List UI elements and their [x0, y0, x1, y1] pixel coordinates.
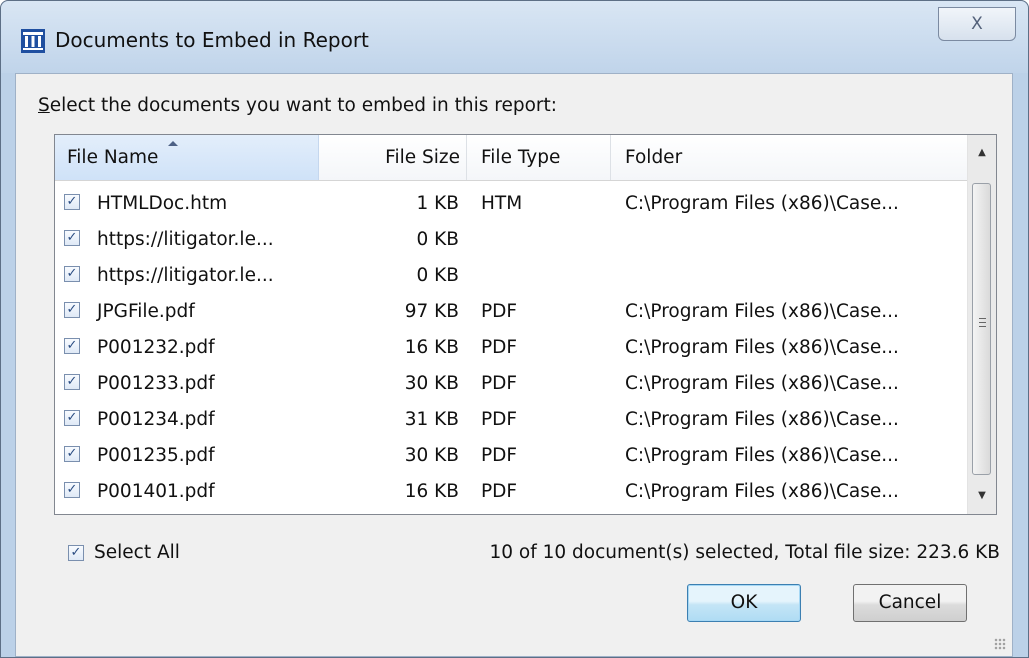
row-checkbox[interactable]: ✓: [64, 302, 80, 318]
file-name-cell: JPGFile.pdf: [97, 301, 195, 322]
row-checkbox[interactable]: ✓: [64, 446, 80, 462]
column-header-file-name[interactable]: File Name: [55, 135, 319, 180]
table-row[interactable]: ✓ JPGFile.pdf 97 KB PDF C:\Program Files…: [55, 295, 969, 331]
selection-status: 10 of 10 document(s) selected, Total fil…: [489, 542, 1001, 563]
file-size-cell: 16 KB: [404, 481, 459, 502]
file-name-cell: https://litigator.le...: [97, 265, 274, 286]
ok-button[interactable]: OK: [687, 584, 801, 622]
file-size-cell: 30 KB: [404, 445, 459, 466]
row-checkbox[interactable]: ✓: [64, 410, 80, 426]
file-type-cell: PDF: [481, 409, 518, 430]
folder-cell: C:\Program Files (x86)\Case...: [625, 373, 899, 394]
file-name-cell: P001401.pdf: [97, 481, 215, 502]
vertical-scrollbar[interactable]: ▲ ▼: [967, 135, 996, 514]
file-type-cell: PDF: [481, 445, 518, 466]
table-row[interactable]: ✓ P001232.pdf 16 KB PDF C:\Program Files…: [55, 331, 969, 367]
file-name-cell: P001235.pdf: [97, 445, 215, 466]
table-row[interactable]: ✓ HTMLDoc.htm 1 KB HTM C:\Program Files …: [55, 187, 969, 223]
instruction-label: Select the documents you want to embed i…: [38, 93, 557, 119]
file-type-cell: PDF: [481, 373, 518, 394]
file-name-cell: P001234.pdf: [97, 409, 215, 430]
scroll-down-arrow-icon[interactable]: ▼: [968, 478, 996, 514]
pillar-app-icon: [21, 29, 45, 53]
row-checkbox[interactable]: ✓: [64, 194, 80, 210]
select-all-label[interactable]: Select All: [94, 540, 180, 566]
table-row[interactable]: ✓ P001234.pdf 31 KB PDF C:\Program Files…: [55, 403, 969, 439]
file-type-cell: PDF: [481, 301, 518, 322]
file-name-cell: P001232.pdf: [97, 337, 215, 358]
title-bar[interactable]: Documents to Embed in Report X: [1, 1, 1028, 73]
instruction-text: elect the documents you want to embed in…: [49, 95, 557, 116]
file-size-cell: 0 KB: [416, 265, 459, 286]
scroll-up-arrow-icon[interactable]: ▲: [968, 135, 996, 171]
row-checkbox[interactable]: ✓: [64, 374, 80, 390]
column-header-file-size[interactable]: File Size: [319, 135, 467, 180]
dialog-client-area: Select the documents you want to embed i…: [15, 73, 1013, 657]
list-header: File Name File Size File Type Folder: [55, 135, 969, 181]
folder-cell: C:\Program Files (x86)\Case...: [625, 445, 899, 466]
file-type-cell: PDF: [481, 337, 518, 358]
table-row[interactable]: ✓ P001235.pdf 30 KB PDF C:\Program Files…: [55, 439, 969, 475]
close-button[interactable]: X: [938, 7, 1016, 41]
folder-cell: C:\Program Files (x86)\Case...: [625, 337, 899, 358]
row-checkbox[interactable]: ✓: [64, 338, 80, 354]
file-name-cell: HTMLDoc.htm: [97, 193, 228, 214]
dialog-window: Documents to Embed in Report X Select th…: [0, 0, 1029, 658]
documents-list[interactable]: File Name File Size File Type Folder ✓ H…: [54, 134, 997, 515]
file-size-cell: 0 KB: [416, 229, 459, 250]
table-row[interactable]: ✓ https://litigator.le... 0 KB: [55, 223, 969, 259]
file-size-cell: 30 KB: [404, 373, 459, 394]
folder-cell: C:\Program Files (x86)\Case...: [625, 301, 899, 322]
file-size-cell: 31 KB: [404, 409, 459, 430]
column-header-file-type[interactable]: File Type: [467, 135, 611, 180]
close-icon: X: [971, 14, 983, 34]
file-size-cell: 1 KB: [416, 193, 459, 214]
select-all-check-icon[interactable]: ✓: [68, 545, 84, 561]
row-checkbox[interactable]: ✓: [64, 230, 80, 246]
folder-cell: C:\Program Files (x86)\Case...: [625, 481, 899, 502]
thumb-grip-icon: [979, 318, 986, 327]
file-type-cell: PDF: [481, 481, 518, 502]
file-type-cell: HTM: [481, 193, 523, 214]
table-row[interactable]: ✓ P001401.pdf 16 KB PDF C:\Program Files…: [55, 475, 969, 511]
file-name-cell: https://litigator.le...: [97, 229, 274, 250]
row-checkbox[interactable]: ✓: [64, 482, 80, 498]
file-name-cell: P001233.pdf: [97, 373, 215, 394]
row-checkbox[interactable]: ✓: [64, 266, 80, 282]
table-row[interactable]: ✓ P001233.pdf 30 KB PDF C:\Program Files…: [55, 367, 969, 403]
table-row[interactable]: ✓ https://litigator.le... 0 KB: [55, 259, 969, 295]
instruction-accelerator: S: [38, 95, 50, 116]
scrollbar-thumb[interactable]: [972, 183, 991, 475]
sort-ascending-icon: [168, 141, 178, 146]
file-size-cell: 97 KB: [404, 301, 459, 322]
folder-cell: C:\Program Files (x86)\Case...: [625, 409, 899, 430]
cancel-button[interactable]: Cancel: [853, 584, 967, 622]
column-header-folder[interactable]: Folder: [611, 135, 969, 180]
window-title: Documents to Embed in Report: [55, 28, 369, 52]
folder-cell: C:\Program Files (x86)\Case...: [625, 193, 899, 214]
file-size-cell: 16 KB: [404, 337, 459, 358]
size-grip-icon[interactable]: [994, 638, 1006, 650]
